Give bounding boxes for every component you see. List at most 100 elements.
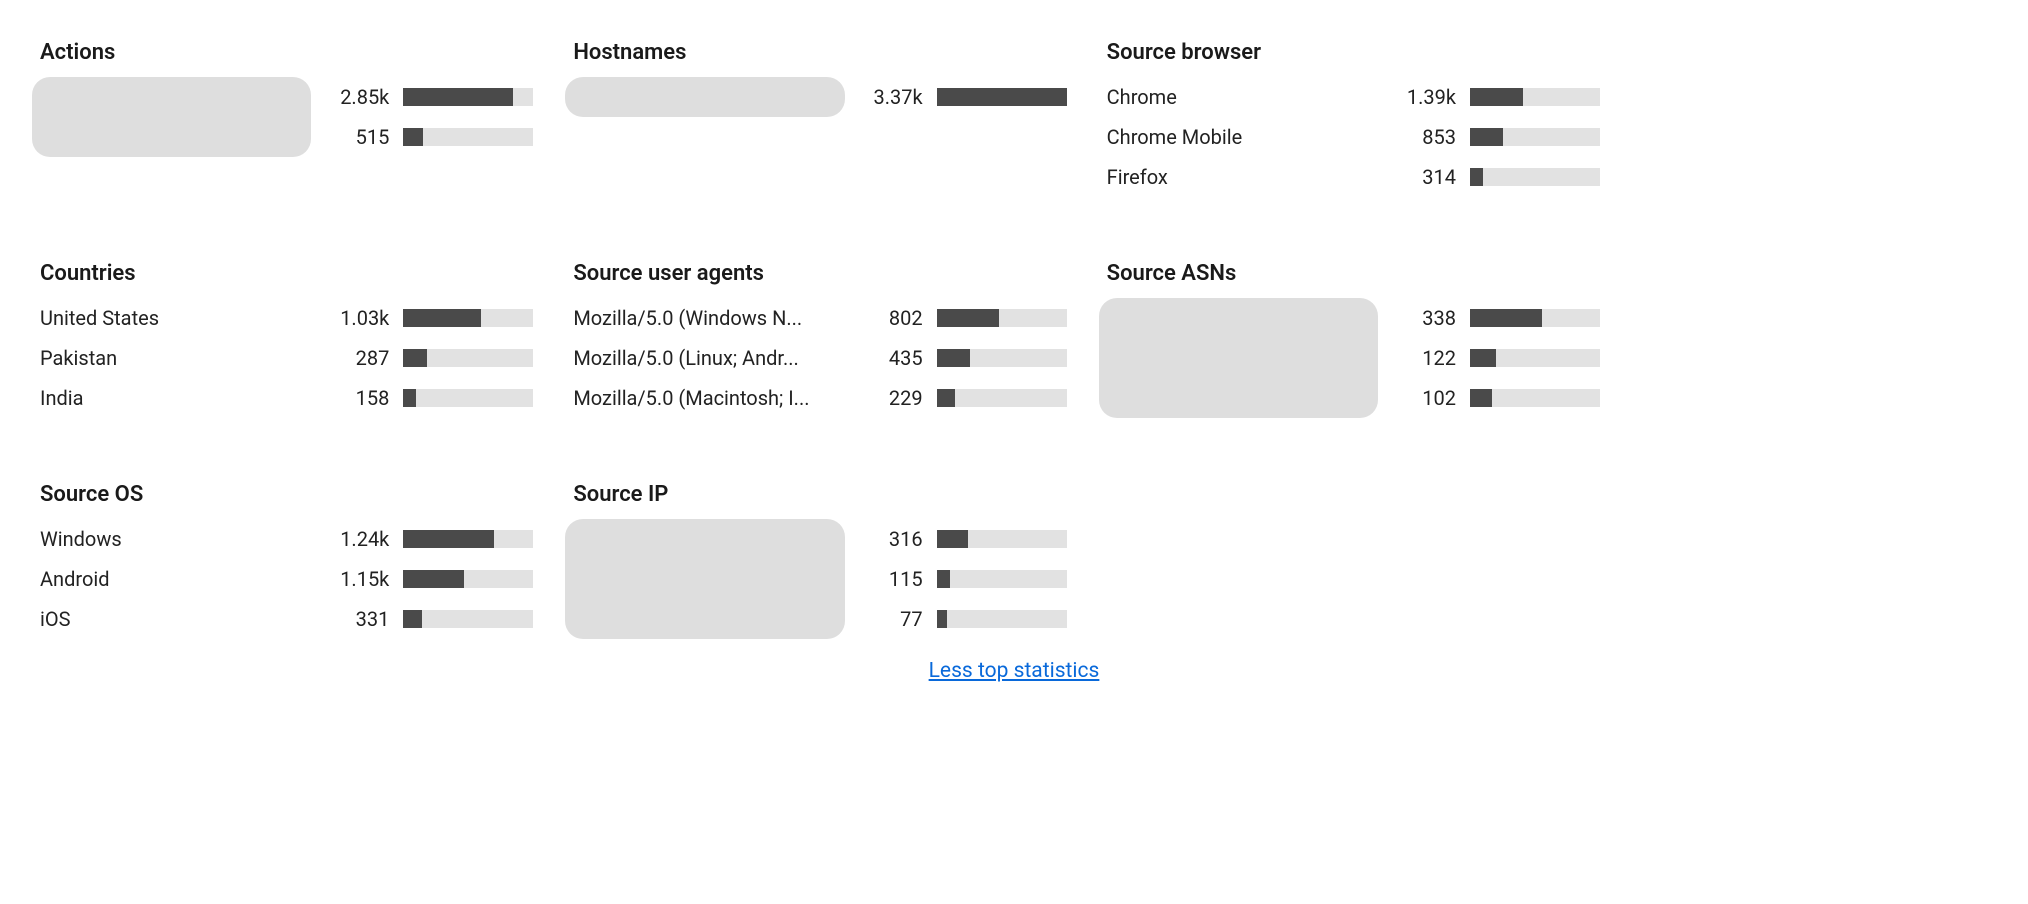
stat-panel: Hostnames 3.37k	[573, 40, 1066, 191]
panel-title: Countries	[40, 261, 533, 286]
stat-bar-fill	[403, 88, 512, 106]
redaction-block	[565, 519, 844, 639]
stat-bar-track	[403, 610, 533, 628]
stat-bar-fill	[937, 309, 999, 327]
stat-bar-fill	[937, 88, 1067, 106]
stat-row-value: 122	[1386, 346, 1456, 370]
stat-bar-track	[1470, 88, 1600, 106]
stat-bar-fill	[937, 389, 955, 407]
panel-title: Source ASNs	[1107, 261, 1600, 286]
stat-bar-track	[1470, 128, 1600, 146]
stat-row-label: Mozilla/5.0 (Linux; Andr...	[573, 346, 838, 370]
stat-row-value: 1.03k	[319, 306, 389, 330]
stat-row-value: 115	[853, 567, 923, 591]
panel-rows: Mozilla/5.0 (Windows N...802 Mozilla/5.0 …	[573, 304, 1066, 412]
stat-row[interactable]: Mozilla/5.0 (Windows N...802	[573, 304, 1066, 332]
stat-row[interactable]: Mozilla/5.0 (Macintosh; I... 229	[573, 384, 1066, 412]
stat-row-value: 316	[853, 527, 923, 551]
stat-row-value: 515	[319, 125, 389, 149]
panel-rows: United States1.03k Pakistan 287 India158	[40, 304, 533, 412]
stat-bar-track	[937, 610, 1067, 628]
stat-bar-track	[937, 389, 1067, 407]
stat-bar-fill	[403, 309, 481, 327]
panel-title: Actions	[40, 40, 533, 65]
stat-bar-track	[937, 570, 1067, 588]
panel-title: Hostnames	[573, 40, 1066, 65]
stat-row-value: 802	[853, 306, 923, 330]
stat-row-value: 1.15k	[319, 567, 389, 591]
panel-title: Source browser	[1107, 40, 1600, 65]
stat-bar-track	[403, 530, 533, 548]
stat-bar-fill	[403, 128, 423, 146]
stat-row-value: 102	[1386, 386, 1456, 410]
stat-row[interactable]: Mozilla/5.0 (Linux; Andr... 435	[573, 344, 1066, 372]
stat-bar-track	[403, 570, 533, 588]
stat-bar-fill	[403, 610, 421, 628]
stat-row-value: 314	[1386, 165, 1456, 189]
panel-rows: Chrome1.39k Chrome Mobile853 Firefox 314	[1107, 83, 1600, 191]
stat-bar-fill	[937, 610, 947, 628]
less-top-statistics-link[interactable]: Less top statistics	[929, 659, 1100, 683]
stat-row[interactable]: Chrome Mobile853	[1107, 123, 1600, 151]
stat-bar-track	[403, 309, 533, 327]
stat-bar-track	[937, 349, 1067, 367]
stat-bar-fill	[937, 570, 950, 588]
stat-row[interactable]: iOS 331	[40, 605, 533, 633]
stat-row-label: Chrome Mobile	[1107, 125, 1372, 149]
stat-row-value: 3.37k	[853, 85, 923, 109]
stat-bar-fill	[937, 530, 968, 548]
stat-bar-track	[403, 389, 533, 407]
stat-row-label: Firefox	[1107, 165, 1372, 189]
stat-panel: Countries United States1.03k Pakistan 287 In…	[40, 261, 533, 412]
stat-row-label: Android	[40, 567, 305, 591]
stat-row-label: Mozilla/5.0 (Macintosh; I...	[573, 386, 838, 410]
stat-bar-fill	[937, 349, 971, 367]
redaction-block	[32, 77, 311, 157]
stat-row[interactable]: India158	[40, 384, 533, 412]
stat-bar-fill	[403, 349, 426, 367]
stats-grid: Actions2.85k515 Hostnames 3.37k Source brow…	[40, 40, 1600, 633]
stat-panel: Actions2.85k515	[40, 40, 533, 191]
stat-row[interactable]: Windows1.24k	[40, 525, 533, 553]
stat-row-value: 287	[319, 346, 389, 370]
stat-row-value: 338	[1386, 306, 1456, 330]
stat-row-value: 1.24k	[319, 527, 389, 551]
redaction-block	[1099, 298, 1378, 418]
panel-rows: 3.37k	[573, 83, 1066, 111]
stat-bar-track	[1470, 309, 1600, 327]
stat-row[interactable]: Chrome1.39k	[1107, 83, 1600, 111]
stat-bar-fill	[403, 389, 416, 407]
stat-panel: Source user agents Mozilla/5.0 (Windows N…	[573, 261, 1066, 412]
stat-panel: Source OS Windows1.24k Android 1.15k iOS 331	[40, 482, 533, 633]
stat-row[interactable]: Android 1.15k	[40, 565, 533, 593]
stat-bar-fill	[1470, 389, 1492, 407]
stat-bar-track	[937, 530, 1067, 548]
panel-title: Source OS	[40, 482, 533, 507]
stat-row-label: iOS	[40, 607, 305, 631]
stat-row[interactable]: Pakistan 287	[40, 344, 533, 372]
stat-panel: Source IP 316 115 77	[573, 482, 1066, 633]
stat-row-value: 77	[853, 607, 923, 631]
panel-rows: Windows1.24k Android 1.15k iOS 331	[40, 525, 533, 633]
stat-bar-track	[1470, 389, 1600, 407]
stat-bar-fill	[1470, 168, 1483, 186]
panel-rows: 338 122 102	[1107, 304, 1600, 412]
stat-row-value: 229	[853, 386, 923, 410]
stat-panel: Source ASNs 338 122 102	[1107, 261, 1600, 412]
stat-row-value: 435	[853, 346, 923, 370]
stat-bar-fill	[403, 530, 494, 548]
panel-title: Source user agents	[573, 261, 1066, 286]
stat-bar-track	[937, 88, 1067, 106]
redaction-block	[565, 77, 844, 117]
stat-bar-fill	[1470, 128, 1503, 146]
panel-title: Source IP	[573, 482, 1066, 507]
stat-row-value: 331	[319, 607, 389, 631]
stat-bar-track	[1470, 168, 1600, 186]
stat-bar-track	[403, 88, 533, 106]
stat-bar-fill	[1470, 349, 1496, 367]
stat-bar-fill	[1470, 309, 1542, 327]
stat-row[interactable]: United States1.03k	[40, 304, 533, 332]
stat-row[interactable]: Firefox 314	[1107, 163, 1600, 191]
stat-bar-track	[403, 349, 533, 367]
stat-row-label: Pakistan	[40, 346, 305, 370]
